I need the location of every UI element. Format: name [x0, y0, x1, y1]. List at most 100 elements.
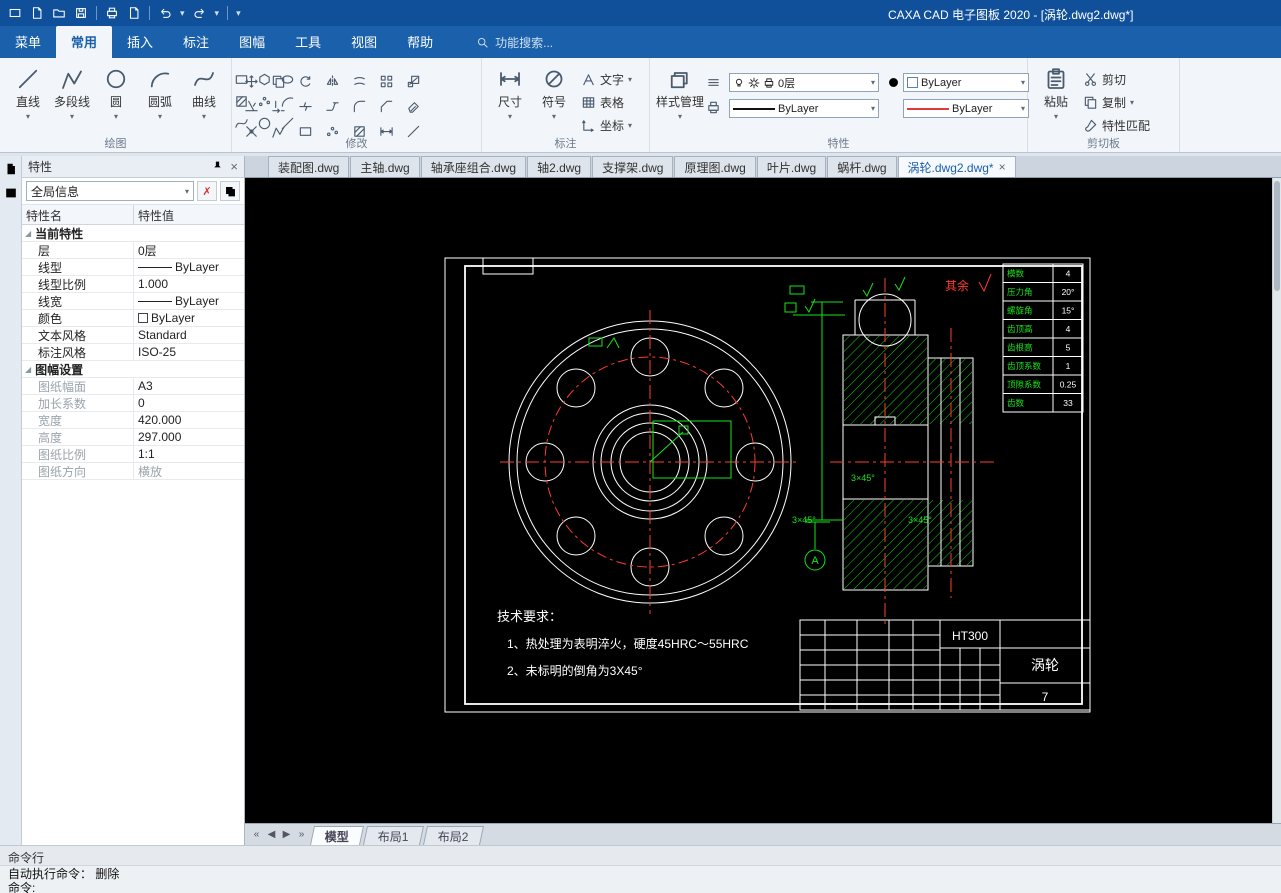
- array-tool-button[interactable]: [373, 69, 399, 93]
- layout-tab-2[interactable]: 布局2: [422, 826, 484, 845]
- menu-item-4[interactable]: 图幅: [224, 26, 280, 58]
- prop-value[interactable]: 1.000: [134, 276, 244, 292]
- doc-tab-0[interactable]: 装配图.dwg: [268, 156, 350, 177]
- prop-value[interactable]: ByLayer: [134, 293, 244, 309]
- open-file-icon[interactable]: [52, 6, 66, 20]
- props-row[interactable]: 文本风格 Standard: [22, 327, 244, 344]
- line-dropdown-icon[interactable]: ▾: [26, 112, 30, 121]
- props-row[interactable]: 图纸方向 横放: [22, 463, 244, 480]
- vertical-scrollbar[interactable]: [1272, 178, 1281, 823]
- save-icon[interactable]: [74, 6, 88, 20]
- close-panel-icon[interactable]: ×: [230, 160, 238, 173]
- layer-list-icon[interactable]: [706, 75, 721, 90]
- style-manager-button[interactable]: 样式管理 ▾: [656, 61, 704, 121]
- bulb-icon[interactable]: [733, 77, 745, 89]
- doc-tab-2[interactable]: 轴承座组合.dwg: [420, 156, 527, 177]
- scale-tool-button[interactable]: [400, 69, 426, 93]
- move-tool-button[interactable]: [238, 69, 264, 93]
- doc-tab-1[interactable]: 主轴.dwg: [350, 156, 420, 177]
- menu-item-2[interactable]: 插入: [112, 26, 168, 58]
- prop-value[interactable]: 420.000: [134, 412, 244, 428]
- copy-object-tool-button[interactable]: [265, 69, 291, 93]
- color-dropdown-icon[interactable]: ▾: [1021, 78, 1025, 87]
- color-select[interactable]: ByLayer ▾: [903, 73, 1030, 92]
- prop-value[interactable]: ISO-25: [134, 344, 244, 360]
- chamfer-tool-button[interactable]: [373, 94, 399, 118]
- prop-value[interactable]: ByLayer: [134, 259, 244, 275]
- pick-object-button[interactable]: [220, 181, 240, 201]
- circle-dropdown-icon[interactable]: ▾: [114, 112, 118, 121]
- lineweight-select[interactable]: ByLayer ▾: [903, 99, 1030, 118]
- print-preview-icon[interactable]: [127, 6, 141, 20]
- prop-value[interactable]: 0: [134, 395, 244, 411]
- menu-item-7[interactable]: 帮助: [392, 26, 448, 58]
- coordinate-dropdown-icon[interactable]: ▾: [628, 121, 632, 130]
- colorball-icon[interactable]: [887, 76, 900, 89]
- clear-selection-button[interactable]: ✗: [197, 181, 217, 201]
- props-row[interactable]: 宽度 420.000: [22, 412, 244, 429]
- menu-item-0[interactable]: 菜单: [0, 26, 56, 58]
- menu-item-6[interactable]: 视图: [336, 26, 392, 58]
- drawing-area[interactable]: A 3×45° 3×45° 3×45° 其余 模数 4 压力角 20° 螺旋角 15° 齿顶…: [245, 178, 1272, 823]
- erase-tool-button[interactable]: [400, 94, 426, 118]
- props-row[interactable]: 线型 ByLayer: [22, 259, 244, 276]
- props-row[interactable]: 线型比例 1.000: [22, 276, 244, 293]
- layout-tab-1[interactable]: 布局1: [362, 826, 424, 845]
- cut-button[interactable]: 剪切: [1080, 69, 1153, 90]
- doc-tab-7[interactable]: 蜗杆.dwg: [827, 156, 897, 177]
- paste-button[interactable]: 粘贴 ▾: [1034, 61, 1078, 121]
- doc-tab-6[interactable]: 叶片.dwg: [756, 156, 827, 177]
- first-layout-icon[interactable]: «: [249, 829, 264, 840]
- prop-value[interactable]: Standard: [134, 327, 244, 343]
- undo-dropdown-icon[interactable]: ▾: [180, 8, 185, 19]
- prop-value[interactable]: 1:1: [134, 446, 244, 462]
- drawing-canvas[interactable]: A 3×45° 3×45° 3×45° 其余 模数 4 压力角 20° 螺旋角 15° 齿顶…: [245, 178, 1272, 823]
- props-row[interactable]: 层 0层: [22, 242, 244, 259]
- offset-tool-button[interactable]: [346, 69, 372, 93]
- sun-icon[interactable]: [748, 77, 760, 89]
- curve-tool-button[interactable]: 曲线 ▾: [182, 61, 226, 121]
- props-row[interactable]: 加长系数 0: [22, 395, 244, 412]
- props-group-row[interactable]: ◢ 图幅设置: [22, 361, 244, 378]
- copy-button[interactable]: 复制 ▾: [1080, 92, 1153, 113]
- text-button[interactable]: 文字 ▾: [578, 69, 635, 90]
- plot-settings-icon[interactable]: [706, 100, 721, 115]
- undo-icon[interactable]: [158, 6, 172, 20]
- redo-icon[interactable]: [193, 6, 207, 20]
- circle-tool-button[interactable]: 圆 ▾: [94, 61, 138, 121]
- command-lines[interactable]: 自动执行命令： 删除 命令:: [0, 866, 1281, 893]
- props-row[interactable]: 线宽 ByLayer: [22, 293, 244, 310]
- linetype-select[interactable]: ByLayer ▾: [729, 99, 880, 118]
- coordinate-button[interactable]: 坐标 ▾: [578, 115, 635, 136]
- customize-toolbar-icon[interactable]: ▾: [236, 8, 241, 19]
- polyline-tool-button[interactable]: 多段线 ▾: [50, 61, 94, 121]
- props-row[interactable]: 图纸幅面 A3: [22, 378, 244, 395]
- layer-palette-icon[interactable]: [4, 186, 18, 200]
- selection-dropdown[interactable]: 全局信息 ▾: [26, 181, 194, 201]
- prop-value[interactable]: A3: [134, 378, 244, 394]
- print-icon[interactable]: [105, 6, 119, 20]
- doc-tab-4[interactable]: 支撑架.dwg: [592, 156, 674, 177]
- extend-tool-button[interactable]: [265, 94, 291, 118]
- join-tool-button[interactable]: [319, 94, 345, 118]
- prop-value[interactable]: 297.000: [134, 429, 244, 445]
- function-search[interactable]: 功能搜索...: [476, 34, 553, 51]
- scrollbar-thumb[interactable]: [1274, 181, 1280, 291]
- linetype-dropdown-icon[interactable]: ▾: [871, 104, 875, 113]
- rotate-tool-button[interactable]: [292, 69, 318, 93]
- printer-icon[interactable]: [763, 77, 775, 89]
- sheet-palette-icon[interactable]: [4, 162, 18, 176]
- props-row[interactable]: 高度 297.000: [22, 429, 244, 446]
- layer-dropdown-icon[interactable]: ▾: [871, 78, 875, 87]
- doc-tab-3[interactable]: 轴2.dwg: [527, 156, 592, 177]
- props-row[interactable]: 标注风格 ISO-25: [22, 344, 244, 361]
- group-collapse-icon[interactable]: ◢: [25, 365, 31, 374]
- symbol-button[interactable]: 符号 ▾: [532, 61, 576, 121]
- last-layout-icon[interactable]: »: [294, 829, 309, 840]
- prop-value[interactable]: ByLayer: [134, 310, 244, 326]
- curve-dropdown-icon[interactable]: ▾: [202, 112, 206, 121]
- text-dropdown-icon[interactable]: ▾: [628, 75, 632, 84]
- dimension-button[interactable]: 尺寸 ▾: [488, 61, 532, 121]
- polyline-dropdown-icon[interactable]: ▾: [70, 112, 74, 121]
- paste-dropdown-icon[interactable]: ▾: [1054, 112, 1058, 121]
